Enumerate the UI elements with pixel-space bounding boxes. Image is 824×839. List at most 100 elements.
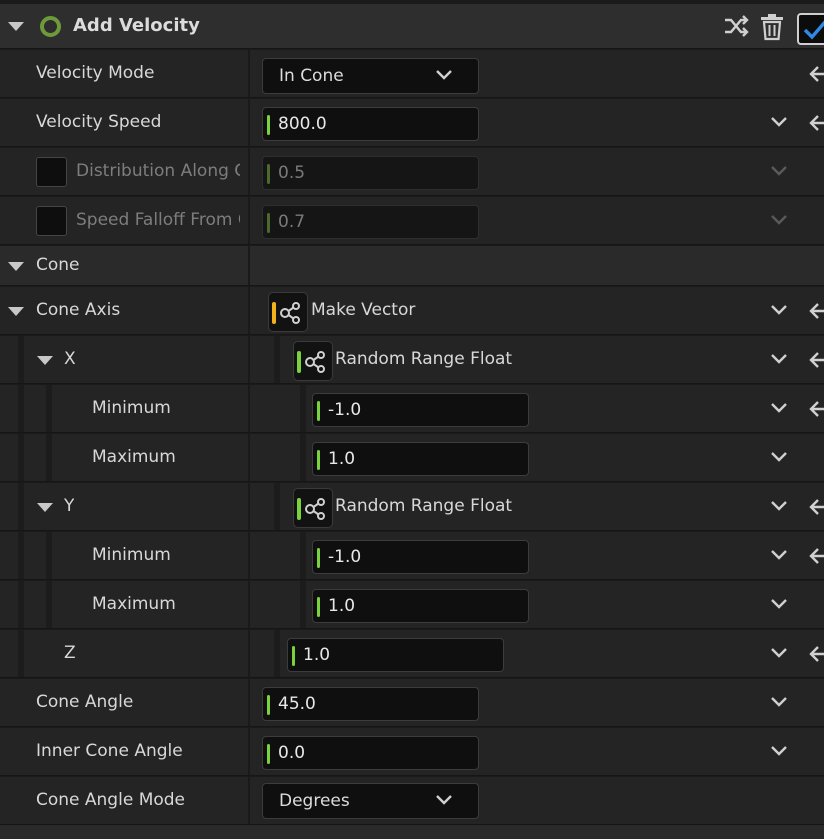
x-maximum-row: Maximum 1.0 — [0, 434, 824, 482]
chevron-down-icon[interactable] — [770, 304, 788, 316]
chevron-down-icon[interactable] — [770, 353, 788, 365]
y-minimum-input[interactable]: -1.0 — [312, 540, 529, 574]
velocity-mode-row: Velocity Mode In Cone — [0, 50, 824, 98]
y-maximum-row: Maximum 1.0 — [0, 581, 824, 629]
cone-section-header[interactable]: Cone — [0, 246, 824, 286]
y-label: Y — [64, 496, 75, 516]
reset-arrow-icon[interactable] — [808, 497, 824, 517]
velocity-mode-dropdown[interactable]: In Cone — [262, 58, 479, 94]
distribution-input[interactable]: 0.5 — [262, 156, 479, 190]
y-maximum-value: 1.0 — [328, 596, 356, 616]
reset-arrow-icon[interactable] — [808, 546, 824, 566]
x-minimum-row: Minimum -1.0 — [0, 385, 824, 433]
speed-falloff-checkbox[interactable] — [36, 206, 67, 236]
speed-falloff-row: Speed Falloff From Cone Axis 0.7 — [0, 197, 824, 245]
dynamic-input-icon — [280, 302, 300, 324]
triangle-down-icon[interactable] — [8, 22, 24, 31]
velocity-speed-value: 800.0 — [278, 114, 327, 134]
chevron-down-icon[interactable] — [770, 647, 788, 659]
cone-angle-input[interactable]: 45.0 — [262, 687, 479, 721]
triangle-down-icon[interactable] — [8, 262, 24, 271]
velocity-speed-label: Velocity Speed — [36, 112, 162, 132]
reset-arrow-icon[interactable] — [808, 644, 824, 664]
chevron-down-icon — [436, 795, 452, 805]
distribution-checkbox[interactable] — [36, 157, 67, 187]
enable-checkbox[interactable] — [797, 13, 824, 45]
cone-angle-value: 45.0 — [278, 694, 316, 714]
distribution-label: Distribution Along Cone Axis — [76, 161, 240, 181]
y-minimum-value: -1.0 — [328, 547, 362, 567]
x-minimum-label: Minimum — [92, 398, 171, 418]
reset-arrow-icon[interactable] — [808, 350, 824, 370]
y-maximum-label: Maximum — [92, 594, 176, 614]
cone-axis-function-label: Make Vector — [311, 300, 416, 320]
checkmark-icon — [803, 20, 824, 40]
velocity-speed-row: Velocity Speed 800.0 — [0, 99, 824, 147]
x-label: X — [64, 349, 76, 369]
chevron-down-icon[interactable] — [770, 696, 788, 708]
cone-angle-mode-row: Cone Angle Mode Degrees — [0, 777, 824, 825]
trash-icon[interactable] — [759, 12, 785, 42]
x-function-button[interactable] — [293, 341, 333, 381]
cone-angle-mode-dropdown[interactable]: Degrees — [262, 783, 479, 819]
cone-angle-mode-value: Degrees — [279, 791, 350, 811]
z-input[interactable]: 1.0 — [287, 638, 504, 672]
speed-falloff-input[interactable]: 0.7 — [262, 205, 479, 239]
triangle-down-icon[interactable] — [8, 307, 24, 316]
y-maximum-input[interactable]: 1.0 — [312, 589, 529, 623]
chevron-down-icon[interactable] — [770, 451, 788, 463]
chevron-down-icon[interactable] — [770, 116, 788, 128]
cone-angle-label: Cone Angle — [36, 692, 134, 712]
velocity-mode-label: Velocity Mode — [36, 63, 155, 83]
velocity-speed-input[interactable]: 800.0 — [262, 107, 479, 141]
chevron-down-icon[interactable] — [770, 500, 788, 512]
triangle-down-icon[interactable] — [37, 503, 53, 512]
cone-axis-row: Cone Axis Make Vector — [0, 287, 824, 335]
x-maximum-label: Maximum — [92, 447, 176, 467]
module-title: Add Velocity — [73, 15, 200, 36]
chevron-down-icon[interactable] — [770, 214, 788, 226]
reset-arrow-icon[interactable] — [808, 113, 824, 133]
z-label: Z — [64, 643, 76, 663]
inner-cone-angle-input[interactable]: 0.0 — [262, 736, 479, 770]
y-minimum-label: Minimum — [92, 545, 171, 565]
x-maximum-input[interactable]: 1.0 — [312, 442, 529, 476]
x-minimum-value: -1.0 — [328, 400, 362, 420]
shuffle-icon[interactable] — [722, 12, 750, 40]
x-maximum-value: 1.0 — [328, 449, 356, 469]
reset-arrow-icon[interactable] — [808, 301, 824, 321]
y-function-label: Random Range Float — [335, 496, 513, 516]
z-value: 1.0 — [303, 645, 331, 665]
cone-angle-mode-label: Cone Angle Mode — [36, 790, 186, 810]
reset-arrow-icon[interactable] — [808, 64, 824, 84]
chevron-down-icon[interactable] — [770, 402, 788, 414]
speed-falloff-label: Speed Falloff From Cone Axis — [76, 210, 240, 230]
speed-falloff-value: 0.7 — [278, 212, 306, 232]
ring-icon — [40, 16, 61, 37]
cone-angle-row: Cone Angle 45.0 — [0, 679, 824, 727]
distribution-value: 0.5 — [278, 163, 306, 183]
cone-section-label: Cone — [36, 255, 80, 275]
x-minimum-input[interactable]: -1.0 — [312, 393, 529, 427]
velocity-mode-value: In Cone — [279, 66, 344, 86]
cone-axis-label: Cone Axis — [36, 300, 121, 320]
reset-arrow-icon[interactable] — [808, 399, 824, 419]
y-minimum-row: Minimum -1.0 — [0, 532, 824, 580]
dynamic-input-icon — [305, 351, 325, 373]
chevron-down-icon[interactable] — [770, 598, 788, 610]
inner-cone-angle-label: Inner Cone Angle — [36, 741, 183, 761]
chevron-down-icon[interactable] — [770, 745, 788, 757]
y-row: Y Random Range Float — [0, 483, 824, 531]
inner-cone-angle-row: Inner Cone Angle 0.0 — [0, 728, 824, 776]
distribution-row: Distribution Along Cone Axis 0.5 — [0, 148, 824, 196]
dynamic-input-icon — [305, 498, 325, 520]
z-row: Z 1.0 — [0, 630, 824, 678]
chevron-down-icon — [436, 70, 452, 80]
chevron-down-icon[interactable] — [770, 165, 788, 177]
y-function-button[interactable] — [293, 488, 333, 528]
triangle-down-icon[interactable] — [37, 356, 53, 365]
chevron-down-icon[interactable] — [770, 549, 788, 561]
cone-axis-function-button[interactable] — [268, 292, 308, 332]
panel-bottom-edge — [0, 825, 824, 839]
module-header[interactable]: Add Velocity — [0, 4, 824, 49]
